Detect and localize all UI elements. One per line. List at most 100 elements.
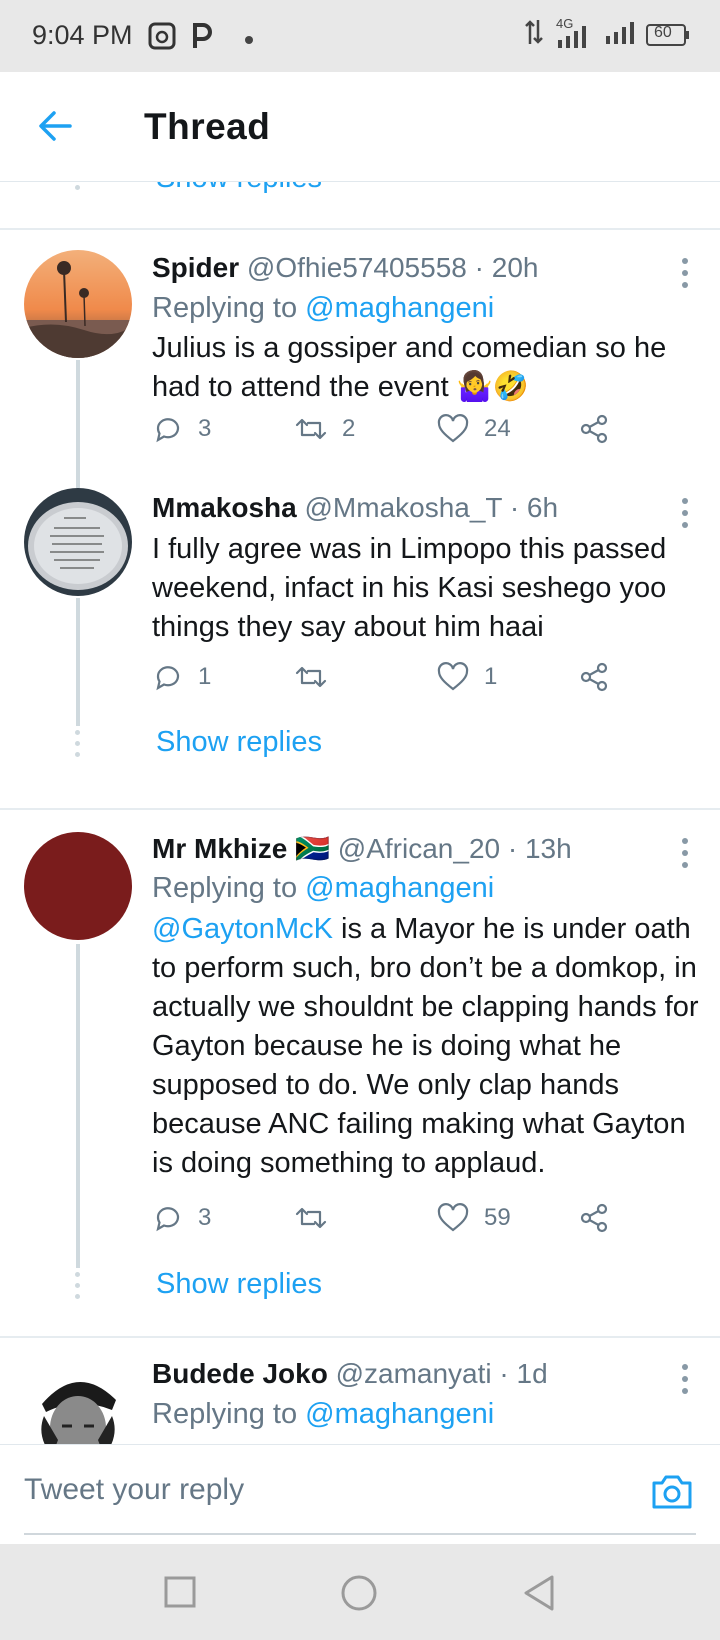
reply-button[interactable]: 1 xyxy=(152,661,211,693)
reply-count: 3 xyxy=(198,415,212,442)
avatar[interactable] xyxy=(24,832,132,940)
author-handle[interactable]: @African_20 xyxy=(338,833,500,864)
back-arrow-icon[interactable] xyxy=(34,104,78,148)
replying-label: Replying to xyxy=(152,292,298,324)
author-handle[interactable]: @Mmakosha_T xyxy=(305,492,503,523)
tweet-text: @GaytonMcK is a Mayor he is under oath t… xyxy=(152,910,702,1183)
more-options-icon[interactable] xyxy=(682,1364,690,1400)
battery-icon: 60 xyxy=(646,23,690,47)
author-handle[interactable]: @Ofhie57405558 xyxy=(247,252,467,283)
tweet-item[interactable]: Mr Mkhize 🇿🇦 @African_20 · 13h Replying … xyxy=(0,810,720,1300)
system-nav-bar xyxy=(0,1544,720,1640)
tweet-actions: 3 2 24 xyxy=(152,413,622,453)
more-options-icon[interactable] xyxy=(682,258,690,294)
reply-count: 1 xyxy=(198,663,212,690)
thread-line xyxy=(76,598,80,726)
reply-icon xyxy=(156,1207,180,1232)
tweet-header: Mmakosha @Mmakosha_T · 6h xyxy=(152,492,558,524)
author-name[interactable]: Mr Mkhize xyxy=(152,833,287,864)
retweet-button[interactable]: 2 xyxy=(294,413,355,445)
camera-icon[interactable] xyxy=(650,1471,694,1516)
like-button[interactable]: 1 xyxy=(436,661,497,693)
replying-mention[interactable]: @maghangeni xyxy=(305,1398,494,1430)
tweet-text: I fully agree was in Limpopo this passed… xyxy=(152,533,667,643)
avatar[interactable] xyxy=(24,250,132,358)
share-icon xyxy=(580,662,608,692)
show-replies-link[interactable]: Show replies xyxy=(156,726,322,759)
like-button[interactable]: 24 xyxy=(436,413,511,445)
replying-mention[interactable]: @maghangeni xyxy=(305,872,494,904)
reply-button[interactable]: 3 xyxy=(152,1202,211,1234)
thread-dots xyxy=(75,1272,81,1305)
retweet-button[interactable] xyxy=(294,661,342,693)
status-bar: 9:04 PM 4G 60 xyxy=(0,0,720,72)
tweet-header: Spider @Ofhie57405558 · 20h xyxy=(152,252,538,284)
tweet-actions: 3 59 xyxy=(152,1202,622,1242)
show-replies-link[interactable]: Show replies xyxy=(156,182,322,195)
reply-count: 3 xyxy=(198,1204,212,1231)
app-header: Thread xyxy=(0,72,720,182)
thread-dots xyxy=(75,730,81,763)
tweet-time: · 20h xyxy=(474,252,539,283)
retweet-button[interactable] xyxy=(294,1202,342,1234)
reply-icon xyxy=(156,418,180,443)
text-mention[interactable]: @GaytonMcK xyxy=(152,913,333,945)
reply-input[interactable]: Tweet your reply xyxy=(24,1473,244,1507)
reply-composer: Tweet your reply xyxy=(0,1444,720,1544)
like-count: 1 xyxy=(484,663,498,690)
tweet-actions: 1 1 xyxy=(152,661,622,701)
show-replies-link[interactable]: Show replies xyxy=(156,1268,322,1301)
author-name[interactable]: Mmakosha xyxy=(152,492,297,523)
tweet-header: Budede Joko @zamanyati · 1d xyxy=(152,1358,548,1390)
reply-button[interactable]: 3 xyxy=(152,413,211,445)
thread-line xyxy=(76,944,80,1268)
share-icon xyxy=(580,414,608,444)
avatar[interactable] xyxy=(24,1356,132,1444)
retweet-icon xyxy=(295,1207,327,1229)
replying-to: Replying to @maghangeni xyxy=(152,292,494,325)
retweet-count: 2 xyxy=(342,415,356,442)
tweet-item[interactable]: Mmakosha @Mmakosha_T · 6h I fully agree … xyxy=(0,488,720,770)
back-button[interactable] xyxy=(522,1574,556,1617)
input-underline xyxy=(24,1533,696,1535)
author-name[interactable]: Budede Joko xyxy=(152,1358,328,1389)
like-button[interactable]: 59 xyxy=(436,1202,511,1234)
home-button[interactable] xyxy=(340,1574,378,1617)
tweet-text: Julius is a gossiper and comedian so he … xyxy=(152,332,667,403)
share-button[interactable] xyxy=(578,1202,610,1234)
tweet-header: Mr Mkhize 🇿🇦 @African_20 · 13h xyxy=(152,832,572,865)
heart-icon xyxy=(437,662,469,691)
gallery-notification-icon xyxy=(148,22,176,55)
share-button[interactable] xyxy=(578,413,610,445)
share-button[interactable] xyxy=(578,661,610,693)
reply-icon xyxy=(156,666,180,691)
heart-icon xyxy=(437,1203,469,1232)
retweet-icon xyxy=(295,666,327,688)
dot-indicator-icon xyxy=(244,32,254,50)
tweet-time: · 13h xyxy=(507,833,572,864)
thread-content[interactable]: Show replies Spider @Ofhie57405558 · 20h… xyxy=(0,182,720,1444)
more-options-icon[interactable] xyxy=(682,498,690,534)
tweet-item[interactable]: Budede Joko @zamanyati · 1d Replying to … xyxy=(0,1338,720,1444)
recents-button[interactable] xyxy=(164,1576,196,1613)
replying-label: Replying to xyxy=(152,872,298,904)
tweet-time: · 1d xyxy=(499,1358,548,1389)
replying-label: Replying to xyxy=(152,1398,298,1430)
replying-to: Replying to @maghangeni xyxy=(152,872,494,905)
signal-4g-icon: 4G xyxy=(552,16,596,50)
thread-line xyxy=(76,360,80,488)
author-name[interactable]: Spider xyxy=(152,252,239,283)
heart-icon xyxy=(437,414,469,443)
replying-mention[interactable]: @maghangeni xyxy=(305,292,494,324)
status-time: 9:04 PM xyxy=(32,20,133,50)
avatar[interactable] xyxy=(24,488,132,596)
author-handle[interactable]: @zamanyati xyxy=(336,1358,492,1389)
share-icon xyxy=(580,1203,608,1233)
page-title: Thread xyxy=(144,106,271,147)
p-notification-icon xyxy=(190,22,214,55)
more-options-icon[interactable] xyxy=(682,838,690,874)
signal-icon xyxy=(604,18,638,51)
thread-dots xyxy=(75,182,81,196)
south-africa-flag-icon: 🇿🇦 xyxy=(295,833,331,864)
tweet-item[interactable]: Spider @Ofhie57405558 · 20h Replying to … xyxy=(0,230,720,488)
